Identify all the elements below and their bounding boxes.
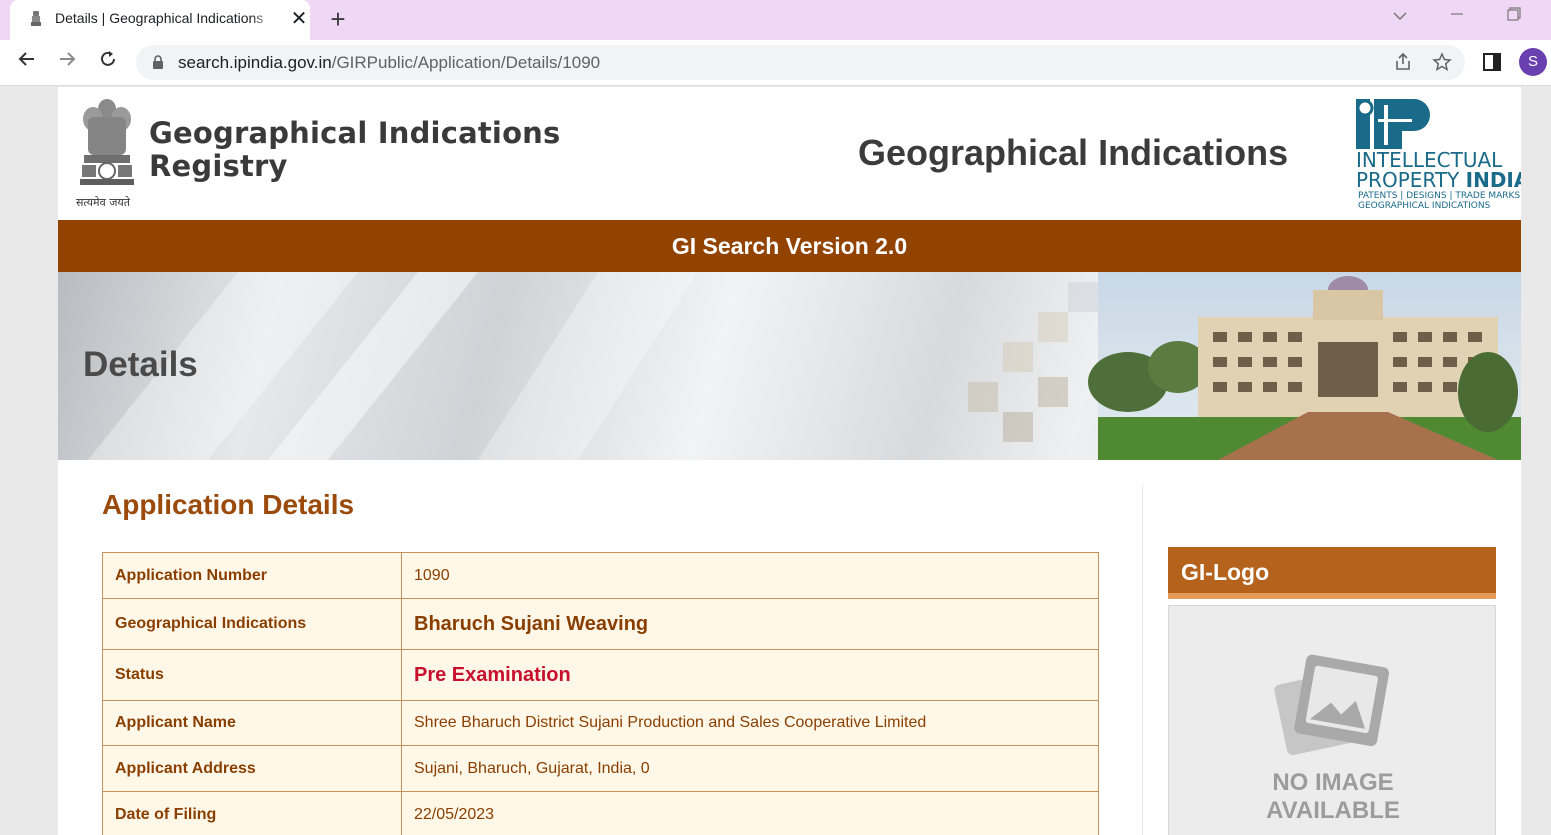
browser-tab[interactable]: Details | Geographical Indications ✕	[10, 0, 310, 40]
details-banner: Details	[58, 272, 1521, 460]
tab-close-icon[interactable]: ✕	[288, 8, 310, 30]
share-icon[interactable]	[1392, 52, 1414, 74]
ipi-tagline-line2: GEOGRAPHICAL INDICATIONS	[1358, 201, 1491, 211]
lock-icon	[153, 55, 163, 69]
row-value-applicant-address: Sujani, Bharuch, Gujarat, India, 0	[401, 745, 1099, 792]
reload-button[interactable]	[94, 49, 122, 77]
arrow-right-icon	[60, 52, 76, 66]
star-icon[interactable]	[1431, 52, 1453, 74]
tab-title: Details | Geographical Indications	[55, 10, 275, 26]
gi-logo-panel: GI-Logo NO IMAGE AVAILABLE	[1168, 547, 1496, 835]
site-header: सत्यमेव जयते Geographical Indications Re…	[58, 87, 1521, 220]
application-details-table: Application Number 1090 Geographical Ind…	[102, 552, 1099, 835]
gi-logo-heading: GI-Logo	[1168, 547, 1496, 599]
gi-logo-image-area: NO IMAGE AVAILABLE	[1168, 605, 1496, 835]
row-value-status: Pre Examination	[401, 649, 1099, 701]
no-image-text: NO IMAGE AVAILABLE	[1169, 769, 1497, 825]
row-value-geographical-indications: Bharuch Sujani Weaving	[401, 598, 1099, 650]
registry-title: Geographical Indications Registry	[149, 117, 561, 183]
table-row: Date of Filing 22/05/2023	[102, 791, 1099, 835]
row-key-geographical-indications: Geographical Indications	[102, 598, 402, 650]
new-tab-button[interactable]: +	[323, 4, 353, 34]
version-bar: GI Search Version 2.0	[58, 220, 1521, 272]
back-button[interactable]	[13, 49, 41, 77]
web-page: सत्यमेव जयते Geographical Indications Re…	[58, 87, 1521, 835]
profile-avatar[interactable]: S	[1519, 48, 1547, 76]
ipi-tagline-line1: PATENTS | DESIGNS | TRADE MARKS	[1358, 191, 1521, 201]
row-value-application-number: 1090	[401, 552, 1099, 599]
no-image-text-line2: AVAILABLE	[1266, 797, 1400, 824]
row-value-applicant-name: Shree Bharuch District Sujani Production…	[401, 700, 1099, 746]
content-divider	[1142, 485, 1143, 835]
registry-title-line1: Geographical Indications	[149, 116, 561, 150]
building-banner-image	[88, 272, 1521, 460]
url-text: search.ipindia.gov.in/GIRPublic/Applicat…	[178, 53, 601, 72]
row-key-status: Status	[102, 649, 402, 701]
registry-title-line2: Registry	[149, 149, 288, 183]
table-row: Status Pre Examination	[102, 649, 1099, 701]
site-main-heading: Geographical Indications	[858, 132, 1289, 173]
table-row: Applicant Address Sujani, Bharuch, Gujar…	[102, 745, 1099, 792]
emblem-motto: सत्यमेव जयते	[76, 196, 131, 209]
minimize-icon[interactable]	[1442, 4, 1472, 30]
table-row: Application Number 1090	[102, 552, 1099, 599]
row-key-applicant-address: Applicant Address	[102, 745, 402, 792]
ipi-logo-text-line1: INTELLECTUAL	[1356, 148, 1503, 172]
banner-title: Details	[83, 345, 198, 384]
address-bar[interactable]: search.ipindia.gov.in/GIRPublic/Applicat…	[136, 45, 1465, 80]
no-image-text-line1: NO IMAGE	[1272, 769, 1394, 796]
browser-tab-strip: Details | Geographical Indications ✕ +	[0, 0, 1551, 40]
side-panel-icon[interactable]	[1482, 52, 1502, 72]
application-details-title: Application Details	[102, 489, 355, 520]
row-key-application-number: Application Number	[102, 552, 402, 599]
emblem-favicon-icon	[31, 11, 41, 26]
table-row: Geographical Indications Bharuch Sujani …	[102, 598, 1099, 650]
national-emblem-icon	[80, 99, 134, 185]
reload-icon	[101, 51, 115, 66]
no-image-placeholder-icon	[1274, 654, 1390, 756]
ipi-logo-tagline: PATENTS | DESIGNS | TRADE MARKS GEOGRAPH…	[1358, 191, 1520, 211]
row-key-applicant-name: Applicant Name	[102, 700, 402, 746]
chevron-down-icon[interactable]	[1385, 4, 1415, 30]
arrow-left-icon	[18, 52, 34, 66]
row-key-date-of-filing: Date of Filing	[102, 791, 402, 835]
table-row: Applicant Name Shree Bharuch District Su…	[102, 700, 1099, 746]
restore-icon[interactable]	[1499, 4, 1529, 30]
forward-button[interactable]	[53, 49, 81, 77]
ipi-logo-text-line2: PROPERTY INDIA	[1356, 168, 1521, 192]
browser-toolbar: search.ipindia.gov.in/GIRPublic/Applicat…	[0, 40, 1551, 86]
row-value-date-of-filing: 22/05/2023	[401, 791, 1099, 835]
